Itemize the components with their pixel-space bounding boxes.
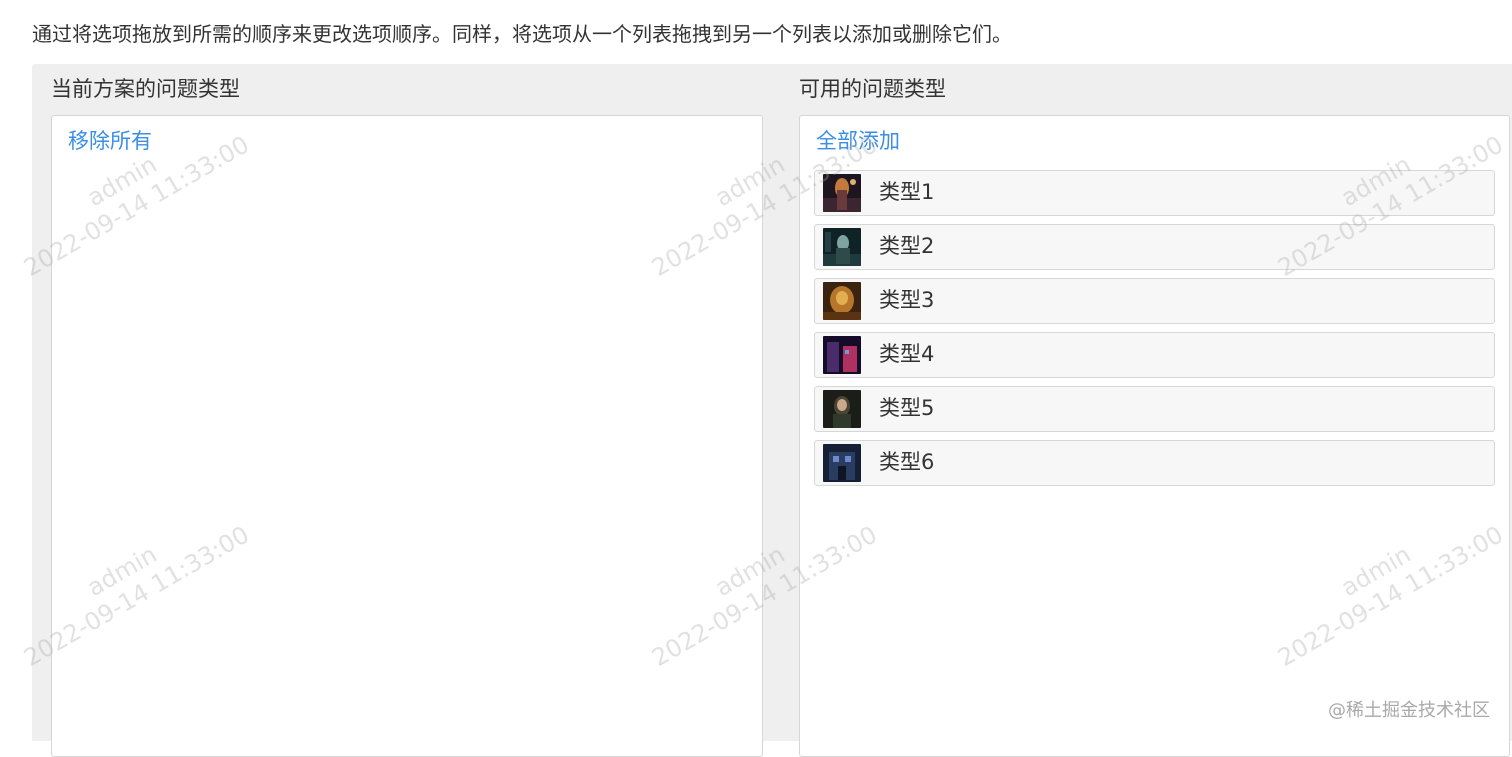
list-item[interactable]: 类型6 [814,440,1495,486]
list-item[interactable]: 类型3 [814,278,1495,324]
available-types-title: 可用的问题类型 [799,77,946,101]
drag-drop-panel: 当前方案的问题类型 移除所有 可用的问题类型 全部添加 类型1 类型2 类型3 … [32,64,1512,757]
remove-all-link[interactable]: 移除所有 [68,126,152,156]
item-label: 类型6 [879,450,935,474]
current-types-title: 当前方案的问题类型 [51,77,240,101]
list-item[interactable]: 类型1 [814,170,1495,216]
thumbnail-image [823,336,861,374]
add-all-link[interactable]: 全部添加 [816,126,900,156]
item-label: 类型3 [879,288,935,312]
thumbnail-image [823,174,861,212]
thumbnail-image [823,228,861,266]
thumbnail-image [823,390,861,428]
thumbnail-image [823,282,861,320]
available-items: 类型1 类型2 类型3 类型4 类型5 类型6 [814,170,1495,494]
item-label: 类型5 [879,396,935,420]
item-label: 类型2 [879,234,935,258]
current-types-list[interactable]: 移除所有 [51,115,763,757]
item-label: 类型4 [879,342,935,366]
list-item[interactable]: 类型5 [814,386,1495,432]
available-types-list[interactable]: 全部添加 类型1 类型2 类型3 类型4 类型5 类型6 [799,115,1510,757]
thumbnail-image [823,444,861,482]
source-credit: @稀土掘金技术社区 [1328,700,1490,721]
item-label: 类型1 [879,180,935,204]
instructions-text: 通过将选项拖放到所需的顺序来更改选项顺序。同样，将选项从一个列表拖拽到另一个列表… [32,22,1012,46]
list-item[interactable]: 类型4 [814,332,1495,378]
list-item[interactable]: 类型2 [814,224,1495,270]
